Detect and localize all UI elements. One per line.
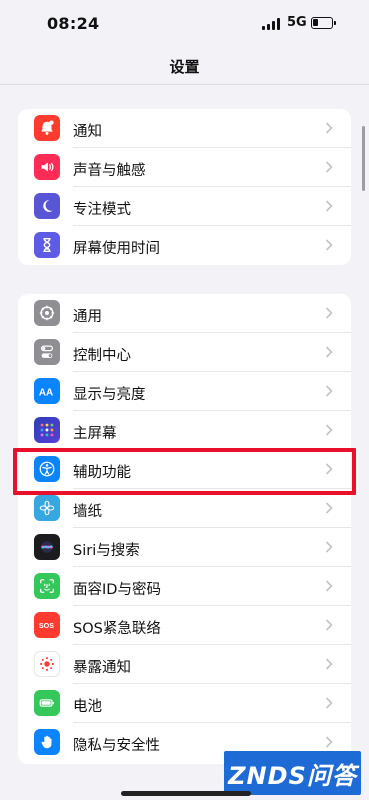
- row-home-screen[interactable]: 主屏幕: [18, 411, 351, 450]
- flower-icon: [34, 495, 60, 521]
- siri-icon: [34, 534, 60, 560]
- chevron-right-icon: [325, 346, 333, 358]
- nav-divider: [0, 84, 369, 85]
- row-label: SOS紧急联络: [73, 621, 161, 637]
- chevron-right-icon: [325, 658, 333, 670]
- row-label: 墙纸: [73, 504, 102, 520]
- chevron-right-icon: [325, 502, 333, 514]
- row-label: 显示与亮度: [73, 387, 146, 403]
- watermark-text: ZNDS问答: [228, 761, 357, 790]
- watermark-logo: ZNDS问答: [224, 751, 361, 795]
- chevron-right-icon: [325, 161, 333, 173]
- battery-icon: [34, 690, 60, 716]
- hourglass-icon: [34, 232, 60, 258]
- bell-icon: [34, 115, 60, 141]
- chevron-right-icon: [325, 424, 333, 436]
- row-notifications[interactable]: 通知: [18, 109, 351, 148]
- settings-group-1: 通知 声音与触感 专注模式 屏幕使用时间: [18, 109, 351, 265]
- chevron-right-icon: [325, 307, 333, 319]
- highlight-box: [13, 448, 356, 495]
- status-bar: 08:24 5G: [0, 0, 369, 48]
- speaker-icon: [34, 154, 60, 180]
- row-label: Siri与搜索: [73, 543, 140, 559]
- chevron-right-icon: [325, 200, 333, 212]
- row-siri-search[interactable]: Siri与搜索: [18, 528, 351, 567]
- svg-text:AA: AA: [39, 388, 53, 399]
- row-label: 通知: [73, 124, 102, 140]
- battery-status-icon: [311, 17, 336, 29]
- row-sounds[interactable]: 声音与触感: [18, 148, 351, 187]
- row-label: 面容ID与密码: [73, 582, 161, 598]
- toggles-icon: [34, 339, 60, 365]
- row-label: 电池: [73, 699, 102, 715]
- row-control-center[interactable]: 控制中心: [18, 333, 351, 372]
- row-label: 控制中心: [73, 348, 131, 364]
- chevron-right-icon: [325, 619, 333, 631]
- row-battery[interactable]: 电池: [18, 684, 351, 723]
- row-screen-time[interactable]: 屏幕使用时间: [18, 226, 351, 265]
- faceid-icon: [34, 573, 60, 599]
- page-title: 设置: [169, 58, 200, 76]
- row-label: 声音与触感: [73, 163, 146, 179]
- chevron-right-icon: [325, 580, 333, 592]
- hand-icon: [34, 729, 60, 755]
- gear-icon: [34, 300, 60, 326]
- row-focus[interactable]: 专注模式: [18, 187, 351, 226]
- row-label: 通用: [73, 309, 102, 325]
- sos-icon: SOS: [34, 612, 60, 638]
- chevron-right-icon: [325, 385, 333, 397]
- settings-group-2: 通用 控制中心 AA 显示与亮度 主屏幕 辅助功能 墙纸 Siri与搜索 面容I…: [18, 294, 351, 764]
- signal-icon: [262, 18, 282, 30]
- row-emergency-sos[interactable]: SOS SOS紧急联络: [18, 606, 351, 645]
- status-time: 08:24: [47, 14, 100, 33]
- home-grid-icon: [34, 417, 60, 443]
- row-general[interactable]: 通用: [18, 294, 351, 333]
- row-exposure-notifications[interactable]: 暴露通知: [18, 645, 351, 684]
- row-label: 暴露通知: [73, 660, 131, 676]
- chevron-right-icon: [325, 122, 333, 134]
- svg-text:SOS: SOS: [39, 621, 54, 630]
- moon-icon: [34, 193, 60, 219]
- chevron-right-icon: [325, 541, 333, 553]
- row-label: 屏幕使用时间: [73, 241, 160, 257]
- row-display-brightness[interactable]: AA 显示与亮度: [18, 372, 351, 411]
- chevron-right-icon: [325, 239, 333, 251]
- text-size-icon: AA: [34, 378, 60, 404]
- exposure-icon: [34, 651, 60, 677]
- chevron-right-icon: [325, 697, 333, 709]
- network-type: 5G: [287, 15, 307, 30]
- row-label: 主屏幕: [73, 426, 117, 442]
- row-faceid-passcode[interactable]: 面容ID与密码: [18, 567, 351, 606]
- chevron-right-icon: [325, 736, 333, 748]
- scrollbar[interactable]: [362, 126, 365, 191]
- row-label: 专注模式: [73, 202, 131, 218]
- row-label: 隐私与安全性: [73, 738, 160, 754]
- home-indicator[interactable]: [121, 791, 251, 796]
